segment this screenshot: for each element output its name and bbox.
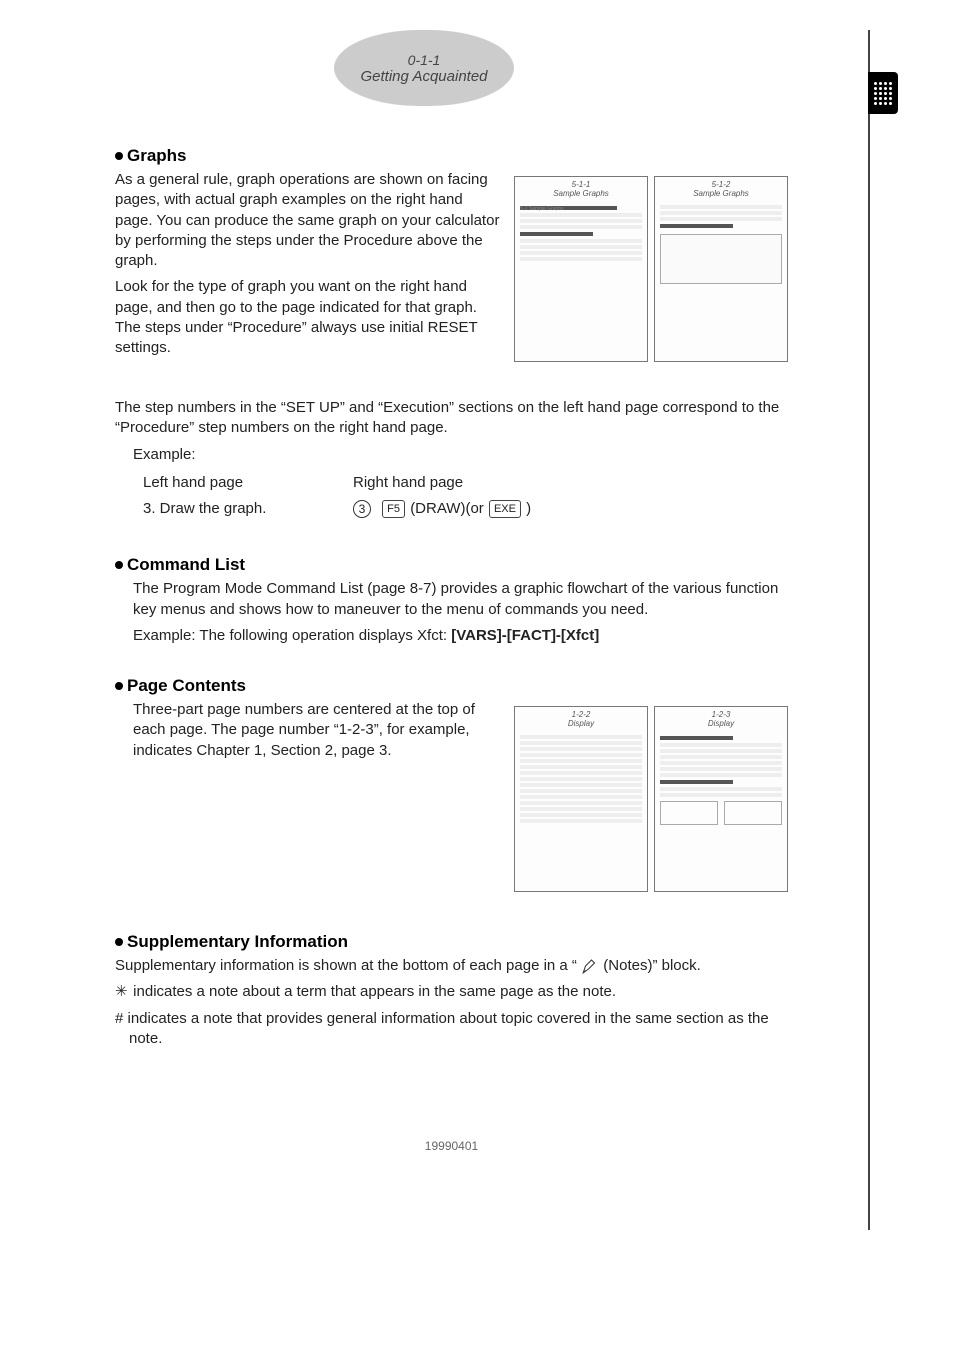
thumb-display-right: 1-2-3 Display [654,706,788,892]
thumb-title: Sample Graphs [693,189,749,198]
example-left-label: Left hand page [143,473,313,493]
exe-key: EXE [489,500,521,518]
section-heading-page-contents: Page Contents [115,676,788,696]
cl-p2-pre: Example: The following operation display… [133,627,451,644]
page-header: 0-1-1 Getting Acquainted [334,30,514,106]
thumb-sample-graphs-left: 5-1-1 Sample Graphs 5-1 Sample Graphs [514,176,648,362]
supp-p2: ✳ indicates a note about a term that app… [115,982,788,1002]
thumb-title-num: 1-2-3 [712,710,731,719]
bullet-icon [115,561,123,569]
display-thumbs: 1-2-2 Display 1-2-3 Display [514,706,788,892]
supp-p1-pre: Supplementary information is shown at th… [115,957,581,974]
supp-p1: Supplementary information is shown at th… [115,956,788,976]
example-columns: Left hand page 3. Draw the graph. Right … [143,471,788,526]
notes-pencil-icon [581,957,599,975]
bullet-icon [115,938,123,946]
six-point-star-icon: ✳ [115,982,129,1002]
right-text2: ) [526,500,531,517]
thumb-title-num: 1-2-2 [572,710,591,719]
supp-p3: # indicates a note that provides general… [115,1009,788,1050]
section-title: Graphs [127,146,187,166]
section-title: Command List [127,555,245,575]
sample-graphs-thumbs: 5-1-1 Sample Graphs 5-1 Sample Graphs 5-… [514,176,788,362]
bullet-icon [115,682,123,690]
commandlist-p1: The Program Mode Command List (page 8-7)… [133,579,788,620]
bullet-icon [115,152,123,160]
section-title: Supplementary Information [127,932,348,952]
thumb-display-left: 1-2-2 Display [514,706,648,892]
f5-key: F5 [382,500,405,518]
thumb-title: Display [708,719,734,728]
thumb-sample-graphs-right: 5-1-2 Sample Graphs [654,176,788,362]
commandlist-p2: Example: The following operation display… [133,626,788,646]
side-tab [868,72,898,114]
thumb-title: Sample Graphs [553,189,609,198]
calculator-dots-icon [874,82,892,105]
right-text1: (DRAW)(or [410,500,484,517]
example-right-line: 3 F5 (DRAW)(or EXE ) [353,499,531,519]
header-title: Getting Acquainted [360,68,487,85]
section-title: Page Contents [127,676,246,696]
section-heading-command-list: Command List [115,555,788,575]
example-label: Example: [133,445,788,465]
section-heading-graphs: Graphs [115,146,788,166]
supp-p2-text: indicates a note about a term that appea… [133,983,616,1000]
footer-id: 19990401 [115,1139,788,1183]
supp-p1-post: (Notes)” block. [603,957,701,974]
thumb-title-num: 5-1-2 [712,180,731,189]
pagecontents-p1: Three-part page numbers are centered at … [133,700,523,761]
header-page-number: 0-1-1 [408,52,441,68]
step-number-icon: 3 [353,500,371,518]
cl-p2-bold: [VARS]-[FACT]-[Xfct] [451,627,599,644]
example-left-line: 3. Draw the graph. [143,499,313,519]
thumb-title-num: 5-1-1 [572,180,591,189]
thumb-subhead: 5-1 Sample Graphs [520,206,617,210]
graphs-p3: The step numbers in the “SET UP” and “Ex… [115,398,788,439]
section-heading-supplementary: Supplementary Information [115,932,788,952]
thumb-title: Display [568,719,594,728]
example-right-label: Right hand page [353,473,531,493]
